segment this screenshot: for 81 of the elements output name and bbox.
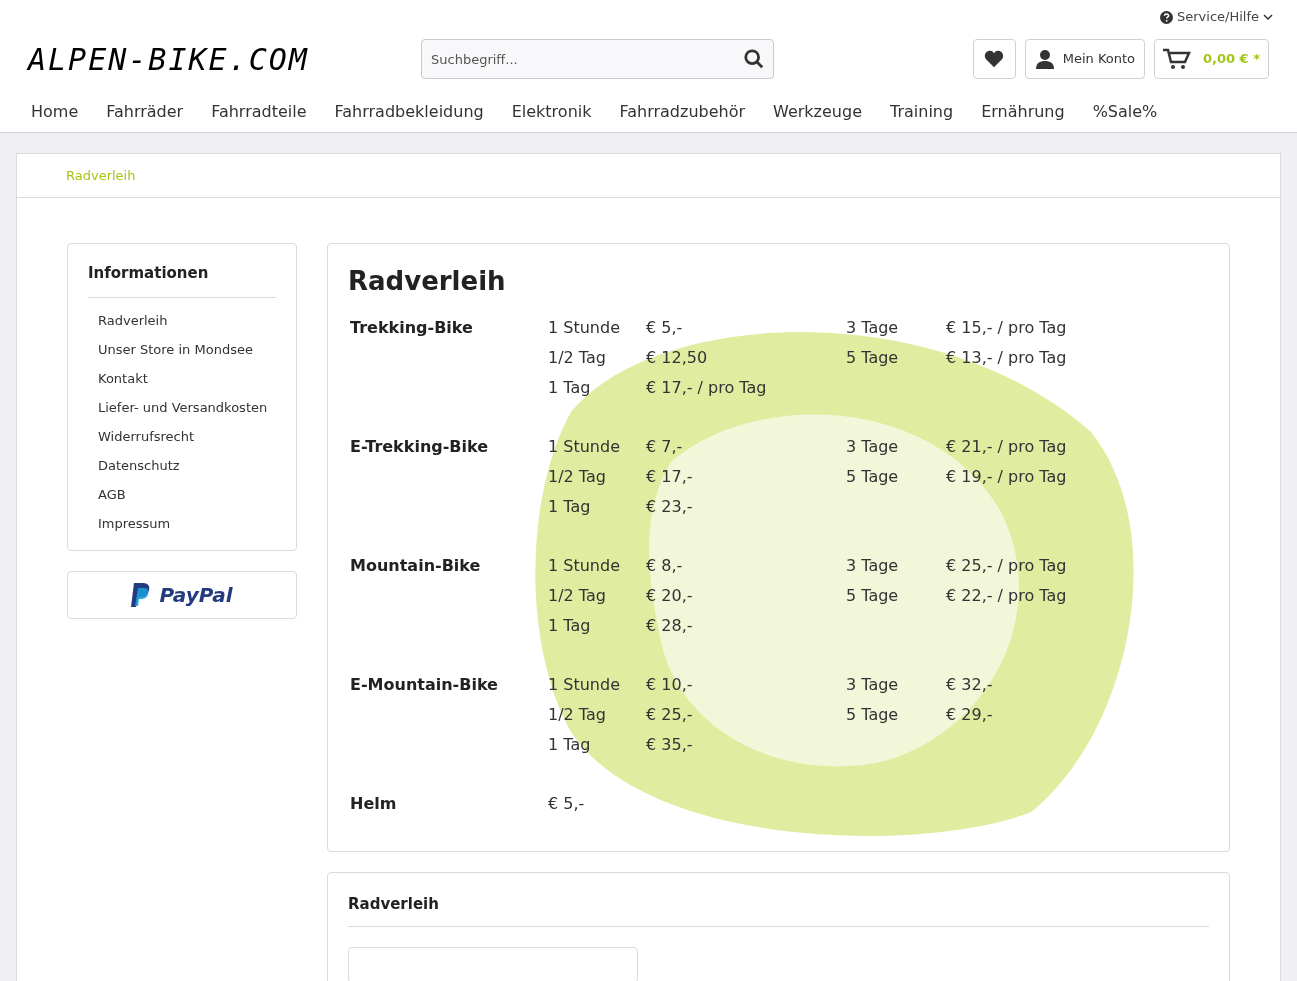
duration-label: 1/2 Tag [548, 704, 607, 726]
duration-label: 1 Tag [548, 377, 592, 399]
nav-link[interactable]: Werkzeuge [759, 100, 876, 124]
duration-label: 1 Tag [548, 615, 592, 637]
panel-title: Radverleih [348, 893, 1209, 927]
duration-label: 1 Stunde [548, 555, 621, 577]
nav-link[interactable]: Fahrradteile [197, 100, 321, 124]
select-field[interactable] [348, 946, 638, 981]
price-label: € 23,- [646, 496, 694, 518]
duration-label: 1 Stunde [548, 436, 621, 458]
price-label: € 5,- [646, 317, 684, 339]
price-label: € 32,- [946, 674, 994, 696]
duration-label: 3 Tage [846, 317, 900, 339]
bike-type-label: E-Mountain-Bike [349, 674, 499, 696]
price-label: € 25,- / pro Tag [946, 555, 1068, 577]
cart-icon [1163, 48, 1191, 70]
nav-link[interactable]: %Sale% [1078, 100, 1172, 124]
duration-label: 5 Tage [846, 347, 900, 369]
duration-label: 3 Tage [846, 555, 900, 577]
account-button[interactable]: Mein Konto [1024, 39, 1145, 79]
duration-label: 3 Tage [846, 674, 900, 696]
price-label: € 8,- [646, 555, 684, 577]
site-logo[interactable]: ALPEN-BIKE.COM [28, 36, 421, 82]
sidebar-link[interactable]: AGB [98, 479, 276, 509]
price-label: € 15,- / pro Tag [946, 317, 1068, 339]
bike-type-label: Trekking-Bike [349, 317, 474, 339]
search-icon[interactable] [743, 48, 765, 70]
price-label: € 12,50 [646, 347, 709, 369]
duration-label: 1 Stunde [548, 317, 621, 339]
sidebar-link[interactable]: Impressum [98, 508, 276, 538]
sidebar-title: Informationen [88, 262, 276, 298]
duration-label: 1/2 Tag [548, 585, 607, 607]
page-title: Radverleih [348, 265, 507, 298]
price-label: € 25,- [646, 704, 694, 726]
search-field[interactable]: Suchbegriff... [421, 39, 774, 79]
nav-link[interactable]: Home [17, 100, 93, 124]
bike-type-label: Helm [349, 793, 398, 815]
price-label: € 17,- [646, 466, 694, 488]
sidebar-link[interactable]: Datenschutz [98, 450, 276, 480]
chevron-icon [1263, 13, 1273, 21]
bike-type-label: Mountain-Bike [349, 555, 482, 577]
paypal-wordmark: PayPal [159, 581, 233, 609]
price-label: € 22,- / pro Tag [946, 585, 1068, 607]
duration-label: 1 Stunde [548, 674, 621, 696]
price-label: € 10,- [646, 674, 694, 696]
sidebar-link[interactable]: Kontakt [98, 363, 276, 393]
sidebar-link[interactable]: Liefer- und Versandkosten [98, 392, 276, 422]
paypal-logo-icon [131, 582, 152, 607]
nav-link[interactable]: Ernährung [967, 100, 1079, 124]
nav-link[interactable]: Fahrräder [92, 100, 198, 124]
duration-label: 1 Tag [548, 496, 592, 518]
duration-label: 1/2 Tag [548, 347, 607, 369]
price-label: € 21,- / pro Tag [946, 436, 1068, 458]
price-label: € 20,- [646, 585, 694, 607]
price-label: € 17,- / pro Tag [646, 377, 768, 399]
bike-type-label: E-Trekking-Bike [349, 436, 490, 458]
price-label: € 7,- [646, 436, 684, 458]
user-icon [1034, 49, 1055, 69]
nav-link[interactable]: Training [876, 100, 968, 124]
price-label: € 13,- / pro Tag [946, 347, 1068, 369]
duration-label: 1 Tag [548, 734, 592, 756]
sidebar-link[interactable]: Unser Store in Mondsee [98, 334, 276, 364]
price-label: € 35,- [646, 734, 694, 756]
duration-label: 1/2 Tag [548, 466, 607, 488]
wishlist-button[interactable] [972, 39, 1016, 79]
duration-label: 5 Tage [846, 466, 900, 488]
price-label: € 29,- [946, 704, 994, 726]
price-label: € 5,- [548, 793, 586, 815]
sidebar-link[interactable]: Radverleih [98, 305, 276, 335]
nav-link[interactable]: Fahrradbekleidung [320, 100, 498, 124]
price-label: € 19,- / pro Tag [946, 466, 1068, 488]
nav-link[interactable]: Fahrradzubehör [605, 100, 760, 124]
nav-link[interactable]: Elektronik [497, 100, 606, 124]
help-icon [1160, 10, 1173, 24]
duration-label: 3 Tage [846, 436, 900, 458]
sidebar-link[interactable]: Widerrufsrecht [98, 421, 276, 451]
heart-icon [984, 50, 1005, 68]
price-label: € 28,- [646, 615, 694, 637]
duration-label: 5 Tage [846, 585, 900, 607]
duration-label: 5 Tage [846, 704, 900, 726]
service-menu[interactable]: Service/Hilfe [1160, 8, 1273, 26]
